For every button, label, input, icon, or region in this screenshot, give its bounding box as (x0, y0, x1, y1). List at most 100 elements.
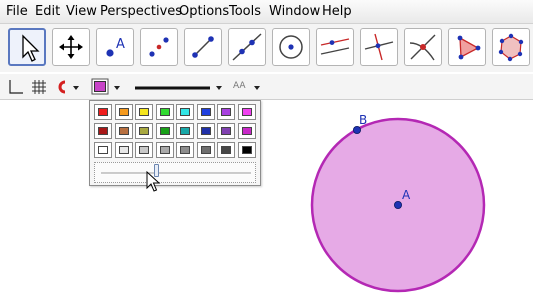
circle-button[interactable] (272, 28, 310, 66)
segment-icon (192, 36, 214, 58)
color-swatch[interactable] (176, 104, 194, 120)
color-swatch-chip (241, 127, 252, 135)
grid-icon (32, 80, 46, 94)
color-dropdown[interactable] (90, 77, 122, 97)
graphics-view[interactable]: A B (0, 101, 533, 300)
color-swatch[interactable] (135, 104, 153, 120)
color-swatch-chip (241, 108, 252, 116)
color-swatch[interactable] (196, 142, 215, 158)
color-swatch-chip (118, 146, 129, 154)
color-swatch-icon (91, 78, 120, 95)
perpendicular-bisector-button[interactable] (360, 28, 398, 66)
intersect-button[interactable] (404, 28, 442, 66)
color-swatch[interactable] (217, 142, 235, 158)
point-a[interactable] (393, 201, 402, 210)
line-through-points-icon (232, 33, 262, 61)
color-swatch-chip (221, 127, 231, 135)
color-swatch[interactable] (237, 142, 256, 158)
point-icon: A (106, 37, 125, 57)
point-tool-label: A (116, 37, 125, 52)
color-swatch-chip (98, 127, 108, 135)
color-swatch-chip (221, 146, 231, 154)
cursor-arrow-icon (22, 34, 40, 62)
color-swatch[interactable] (155, 123, 174, 139)
color-swatch[interactable] (176, 123, 194, 139)
color-swatch-chip (118, 108, 129, 116)
color-swatch-chip (180, 127, 190, 135)
menu-bar: File Edit View Perspectives Options Tool… (0, 0, 533, 24)
show-axes-toggle[interactable] (6, 77, 24, 97)
color-swatch-chip (180, 146, 190, 154)
color-swatch-chip (159, 127, 170, 135)
color-swatch[interactable] (94, 142, 112, 158)
color-swatch-chip (159, 108, 170, 116)
polygon-button[interactable] (448, 28, 486, 66)
move-arrows-icon (59, 35, 83, 59)
menu-window[interactable]: Window (269, 4, 320, 20)
point-b-label: B (359, 113, 368, 127)
menu-tools[interactable]: Tools (229, 4, 261, 20)
color-swatch[interactable] (155, 104, 174, 120)
regular-polygon-button[interactable] (492, 28, 530, 66)
color-swatch[interactable] (155, 142, 174, 158)
color-swatch[interactable] (135, 123, 153, 139)
point-capturing-dropdown[interactable] (54, 77, 84, 97)
graphics-canvas[interactable] (0, 101, 533, 300)
color-swatch-chip (221, 108, 231, 116)
line-button[interactable] (184, 28, 222, 66)
magnet-icon (58, 80, 79, 94)
color-swatch-chip (139, 146, 149, 154)
chevron-down-icon (254, 86, 260, 90)
point-a-label: A (402, 188, 411, 202)
intersection-icon (409, 34, 436, 61)
menu-edit[interactable]: Edit (35, 4, 60, 20)
menu-view[interactable]: View (66, 4, 97, 20)
color-swatch-chip (200, 127, 211, 135)
color-chooser-popup (89, 100, 261, 186)
show-grid-toggle[interactable] (30, 77, 48, 97)
new-point-button[interactable]: A (96, 28, 134, 66)
color-swatch[interactable] (196, 104, 215, 120)
color-swatch[interactable] (114, 123, 133, 139)
axes-icon (9, 80, 23, 94)
mouse-pointer-icon (146, 171, 161, 192)
menu-perspectives[interactable]: Perspectives (100, 4, 182, 20)
color-swatch[interactable] (237, 123, 256, 139)
menu-options[interactable]: Options (179, 4, 229, 20)
parallel-line-button[interactable] (316, 28, 354, 66)
color-swatch[interactable] (94, 123, 112, 139)
color-swatch[interactable] (135, 142, 153, 158)
color-swatch[interactable] (196, 123, 215, 139)
color-swatch-chip (241, 146, 252, 154)
line-style-icon (135, 86, 222, 90)
opacity-slider[interactable] (94, 162, 256, 183)
color-swatch-chip (139, 127, 149, 135)
color-swatch-chip (139, 108, 149, 116)
circle-center-point-icon (279, 35, 303, 59)
point-b[interactable] (352, 125, 361, 134)
menu-file[interactable]: File (6, 4, 28, 20)
perpendicular-line-button[interactable] (228, 28, 266, 66)
color-swatch[interactable] (217, 123, 235, 139)
label-style-dropdown[interactable]: AA (232, 77, 264, 97)
color-swatch[interactable] (176, 142, 194, 158)
parallel-lines-icon (320, 38, 350, 55)
polygon-triangle-icon (457, 35, 481, 60)
line-style-dropdown[interactable] (132, 77, 226, 97)
move-tool-button[interactable] (8, 28, 46, 66)
color-swatch[interactable] (217, 104, 235, 120)
color-swatch-chip (118, 127, 129, 135)
color-swatch-chip (98, 108, 108, 116)
point-on-object-button[interactable] (140, 28, 178, 66)
style-bar: AA (0, 74, 533, 100)
point-on-object-icon (149, 37, 169, 57)
color-swatch[interactable] (114, 142, 133, 158)
move-graphics-view-button[interactable] (52, 28, 90, 66)
color-swatch-chip (98, 146, 108, 154)
color-swatch-chip (200, 146, 211, 154)
menu-help[interactable]: Help (322, 4, 352, 20)
color-swatch-chip (200, 108, 211, 116)
color-swatch[interactable] (94, 104, 112, 120)
color-swatch[interactable] (237, 104, 256, 120)
color-swatch[interactable] (114, 104, 133, 120)
